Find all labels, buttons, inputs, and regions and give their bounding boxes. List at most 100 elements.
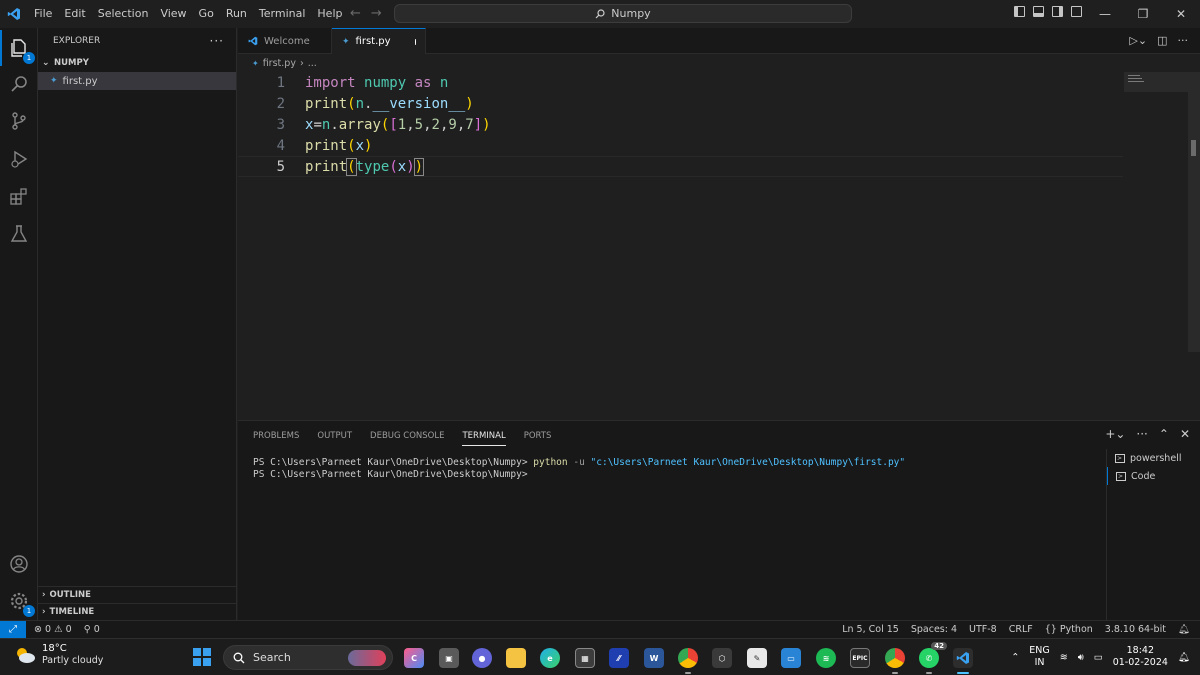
minimize-button[interactable]: — bbox=[1086, 0, 1124, 28]
copilot-icon[interactable]: C bbox=[404, 648, 424, 668]
unity-hub-icon[interactable]: ⬡ bbox=[712, 648, 732, 668]
ports-status[interactable]: ⚲ 0 bbox=[84, 624, 100, 635]
python-interpreter[interactable]: 3.8.10 64-bit bbox=[1105, 624, 1166, 635]
manage-gear-icon[interactable]: 1 bbox=[7, 589, 35, 617]
code-line[interactable]: 1 import numpy as n bbox=[238, 72, 1123, 93]
run-debug-icon[interactable] bbox=[7, 147, 31, 171]
menu-terminal[interactable]: Terminal bbox=[253, 0, 312, 28]
word-icon[interactable]: W bbox=[644, 648, 664, 668]
tab-ports[interactable]: PORTS bbox=[524, 431, 552, 446]
new-terminal-icon[interactable]: +⌄ bbox=[1105, 427, 1125, 441]
notifications-bell-icon[interactable]: 🔔︎ bbox=[1178, 624, 1190, 635]
volume-icon[interactable]: 🔊︎ bbox=[1078, 652, 1084, 663]
microsoft-store-icon[interactable]: ▦ bbox=[575, 648, 595, 668]
language-mode[interactable]: {} Python bbox=[1045, 624, 1093, 635]
weather-widget[interactable]: 18°C Partly cloudy bbox=[14, 643, 103, 667]
tab-welcome[interactable]: Welcome bbox=[238, 28, 332, 54]
testing-flask-icon[interactable] bbox=[7, 222, 31, 246]
more-actions-icon[interactable]: ··· bbox=[210, 34, 224, 48]
command-center[interactable]: Numpy bbox=[394, 4, 852, 23]
task-view-icon[interactable]: ▣ bbox=[439, 648, 459, 668]
editor-scrollbar[interactable] bbox=[1188, 72, 1200, 352]
menu-go[interactable]: Go bbox=[193, 0, 220, 28]
menu-run[interactable]: Run bbox=[220, 0, 253, 28]
toggle-panel-icon[interactable] bbox=[1033, 6, 1044, 17]
chrome-icon[interactable] bbox=[678, 648, 698, 674]
menu-selection[interactable]: Selection bbox=[92, 0, 155, 28]
minimap[interactable] bbox=[1124, 72, 1188, 92]
snipping-tool-icon[interactable]: ▭ bbox=[781, 648, 801, 668]
close-button[interactable]: ✕ bbox=[1162, 0, 1200, 28]
remote-indicator-icon[interactable]: ⤢ bbox=[0, 620, 26, 639]
battery-icon[interactable]: ▭ bbox=[1094, 652, 1103, 663]
split-editor-icon[interactable]: ◫ bbox=[1157, 34, 1167, 47]
folder-numpy[interactable]: ⌄ NUMPY bbox=[38, 54, 236, 72]
show-hidden-icons-chevron-icon[interactable]: ⌃ bbox=[1011, 652, 1019, 663]
code-line[interactable]: 2 print(n.__version__) bbox=[238, 93, 1123, 114]
explorer-icon[interactable]: 1 bbox=[0, 30, 35, 66]
menu-view[interactable]: View bbox=[154, 0, 192, 28]
maximize-panel-icon[interactable]: ⌃ bbox=[1159, 427, 1169, 441]
terminal-item-powershell[interactable]: > powershell bbox=[1107, 449, 1200, 467]
teams-chat-icon[interactable]: ● bbox=[472, 648, 492, 668]
code-line-current[interactable]: 5 print(type(x)) bbox=[238, 156, 1123, 177]
whatsapp-icon[interactable]: ✆ 42 bbox=[919, 642, 947, 674]
more-actions-icon[interactable]: ··· bbox=[1136, 427, 1147, 441]
encoding[interactable]: UTF-8 bbox=[969, 624, 997, 635]
clock[interactable]: 18:42 01-02-2024 bbox=[1113, 645, 1168, 669]
terminal-item-code[interactable]: > Code bbox=[1107, 467, 1200, 485]
language-indicator[interactable]: ENG IN bbox=[1029, 645, 1049, 669]
command-center-label: Numpy bbox=[611, 7, 651, 20]
wifi-icon[interactable]: ≋ bbox=[1060, 652, 1068, 663]
back-arrow-icon[interactable]: ← bbox=[350, 6, 361, 21]
cursor-position[interactable]: Ln 5, Col 15 bbox=[842, 624, 899, 635]
file-first-py[interactable]: ✦ first.py bbox=[38, 72, 236, 90]
indentation[interactable]: Spaces: 4 bbox=[911, 624, 957, 635]
menu-file[interactable]: File bbox=[28, 0, 58, 28]
video-editor-icon[interactable]: ⁄⁄ bbox=[609, 648, 629, 668]
search-icon bbox=[595, 8, 605, 18]
menu-edit[interactable]: Edit bbox=[58, 0, 91, 28]
file-explorer-icon[interactable] bbox=[506, 648, 526, 668]
terminal-output[interactable]: PS C:\Users\Parneet Kaur\OneDrive\Deskto… bbox=[253, 457, 905, 481]
code-line[interactable]: 4 print(x) bbox=[238, 135, 1123, 156]
spotify-icon[interactable]: ≋ bbox=[816, 648, 836, 668]
menu-help[interactable]: Help bbox=[311, 0, 348, 28]
restore-button[interactable]: ❐ bbox=[1124, 0, 1162, 28]
tab-debug-console[interactable]: DEBUG CONSOLE bbox=[370, 431, 444, 446]
tab-problems[interactable]: PROBLEMS bbox=[253, 431, 299, 446]
source-control-icon[interactable] bbox=[7, 109, 31, 133]
toggle-primary-sidebar-icon[interactable] bbox=[1014, 6, 1025, 17]
epic-games-icon[interactable]: EPIC bbox=[850, 648, 870, 668]
forward-arrow-icon[interactable]: → bbox=[371, 6, 382, 21]
more-actions-icon[interactable]: ··· bbox=[1178, 34, 1189, 47]
notifications-bell-icon[interactable]: 🔔︎ bbox=[1178, 652, 1190, 663]
outline-section[interactable]: › OUTLINE bbox=[38, 586, 237, 603]
timeline-section[interactable]: › TIMELINE bbox=[38, 603, 237, 620]
problems-status[interactable]: ⊗ 0 ⚠ 0 bbox=[34, 624, 72, 635]
tab-terminal[interactable]: TERMINAL bbox=[462, 431, 506, 446]
explorer-sidebar: EXPLORER ··· ⌄ NUMPY ✦ first.py › OUTLIN… bbox=[38, 28, 237, 620]
search-view-icon[interactable] bbox=[7, 72, 31, 96]
edge-browser-icon[interactable]: e bbox=[540, 648, 560, 668]
accounts-icon[interactable] bbox=[7, 552, 31, 576]
vscode-taskbar-icon[interactable] bbox=[953, 648, 973, 674]
tab-output[interactable]: OUTPUT bbox=[317, 431, 352, 446]
line-ending[interactable]: CRLF bbox=[1009, 624, 1033, 635]
notepad-icon[interactable]: ✎ bbox=[747, 648, 767, 668]
windows-start-icon[interactable] bbox=[193, 648, 211, 666]
toggle-secondary-sidebar-icon[interactable] bbox=[1052, 6, 1063, 17]
code-editor[interactable]: 1 import numpy as n 2 print(n.__version_… bbox=[238, 72, 1123, 420]
breadcrumb-file[interactable]: first.py bbox=[263, 58, 296, 69]
customize-layout-icon[interactable] bbox=[1071, 6, 1082, 17]
breadcrumb-symbols[interactable]: ... bbox=[308, 58, 317, 69]
extensions-icon[interactable] bbox=[7, 185, 31, 209]
editor-tabs: Welcome ✦ first.py ▷⌄ ◫ ··· bbox=[238, 28, 1200, 54]
run-python-file-icon[interactable]: ▷⌄ bbox=[1129, 34, 1147, 47]
close-panel-icon[interactable]: ✕ bbox=[1180, 427, 1190, 441]
code-line[interactable]: 3 x=n.array([1,5,2,9,7]) bbox=[238, 114, 1123, 135]
taskbar-search[interactable]: Search bbox=[223, 645, 393, 670]
tab-first-py[interactable]: ✦ first.py bbox=[332, 28, 426, 54]
chevron-right-icon: › bbox=[299, 57, 304, 69]
chrome-profile-icon[interactable] bbox=[885, 648, 905, 674]
